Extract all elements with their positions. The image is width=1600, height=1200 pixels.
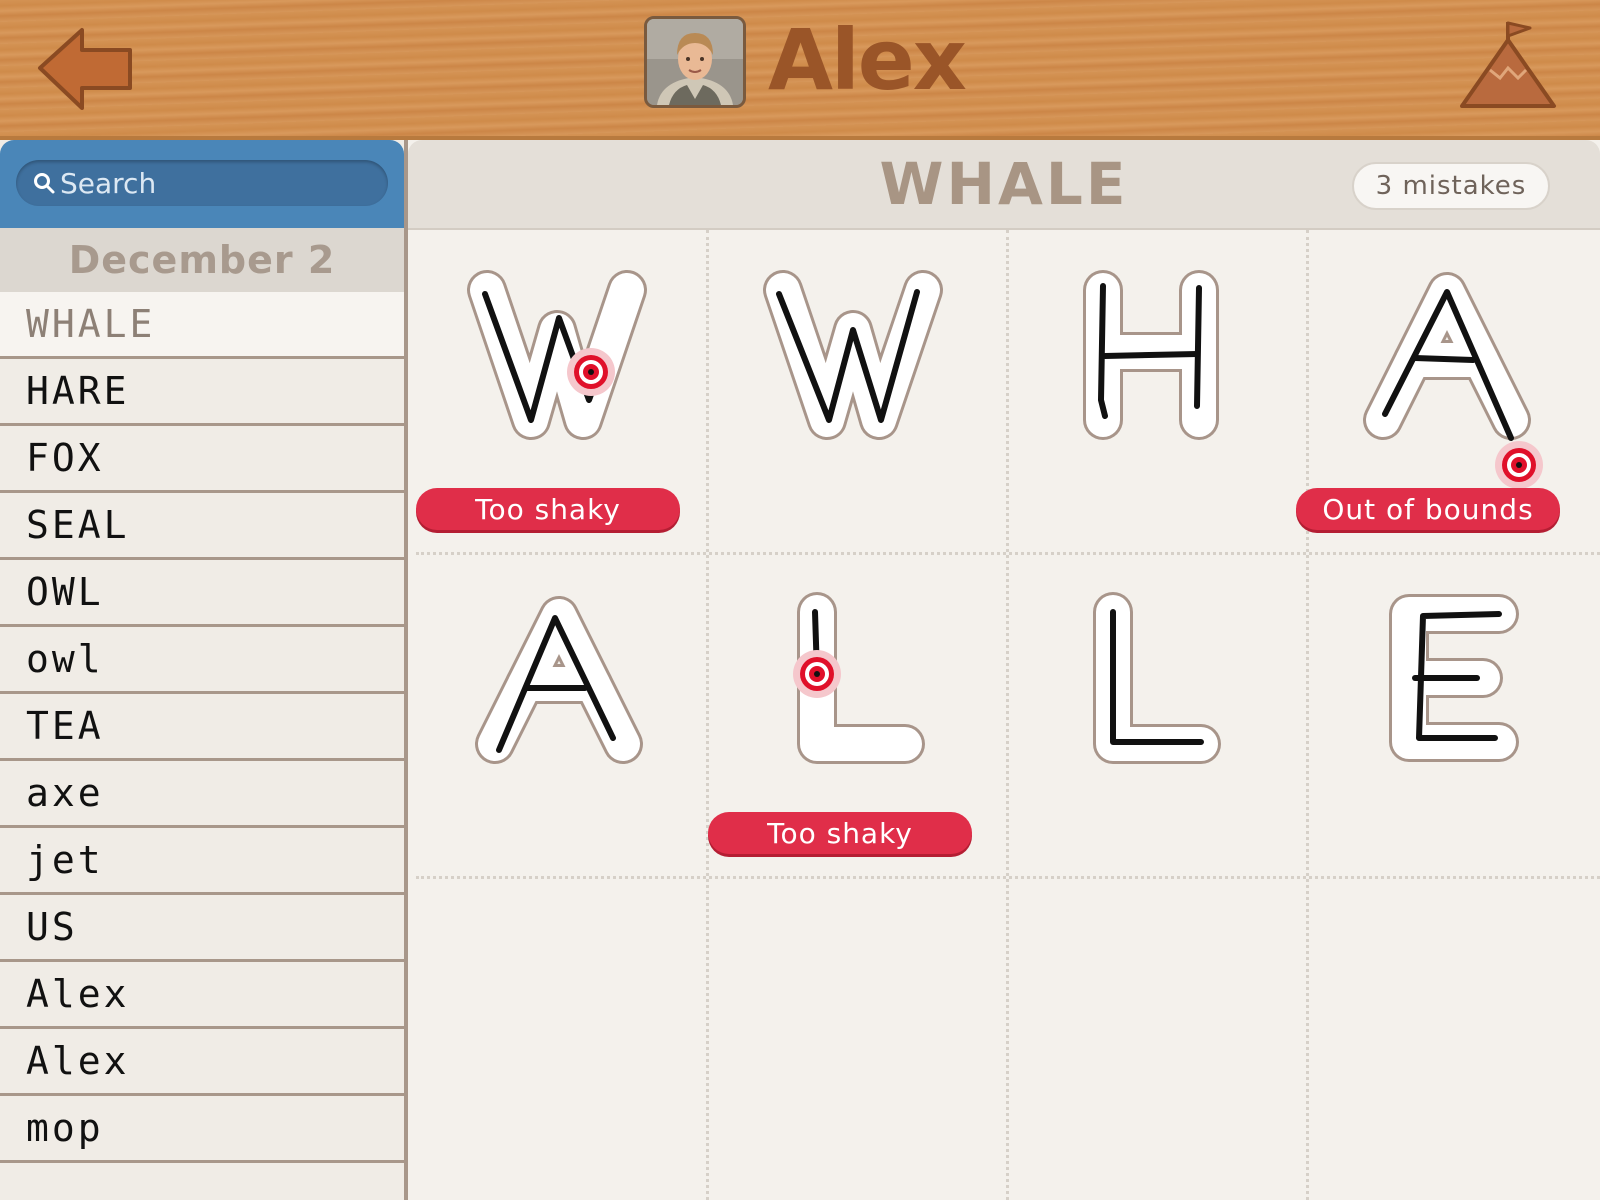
error-target-icon <box>1516 462 1522 468</box>
letter-trace-w <box>467 270 647 440</box>
search-area: Search <box>0 140 404 228</box>
date-header: December 2 <box>0 228 404 292</box>
letter-trace-w <box>763 270 943 440</box>
letter-trace-a <box>1363 272 1543 489</box>
back-arrow-icon <box>38 28 132 110</box>
word-list-item[interactable]: WHALE <box>0 292 404 359</box>
letter-trace-l <box>1093 592 1221 764</box>
letter-cell[interactable]: H <box>1006 230 1306 550</box>
word-list-item[interactable]: US <box>0 895 404 962</box>
top-bar: Alex <box>0 0 1600 140</box>
search-placeholder: Search <box>60 166 157 200</box>
word-list-item[interactable]: SEAL <box>0 493 404 560</box>
letter-cell[interactable]: L <box>1006 554 1306 874</box>
error-target-icon <box>588 369 594 375</box>
word-list-item[interactable]: FOX <box>0 426 404 493</box>
sidebar: Search December 2 WHALE HARE FOX SEAL OWL owl… <box>0 140 408 1200</box>
word-list: WHALE HARE FOX SEAL OWL owl TEA axe jet US Alex Ale… <box>0 292 404 1163</box>
main-panel: WHALE 3 mistakes WToo shakyWHAOut of bou… <box>408 140 1600 1200</box>
letter-trace-l <box>793 592 925 764</box>
child-stroke <box>1412 355 1476 363</box>
error-badge: Out of bounds <box>1296 488 1560 530</box>
mountain-flag-icon <box>1460 21 1556 108</box>
mistakes-badge: 3 mistakes <box>1352 162 1550 210</box>
word-list-item[interactable]: jet <box>0 828 404 895</box>
letter-grid: WToo shakyWHAOut of boundsALToo shakyLE <box>408 230 1600 1200</box>
word-list-item[interactable]: OWL <box>0 560 404 627</box>
search-input[interactable]: Search <box>16 160 388 206</box>
letter-cell[interactable]: A <box>414 554 714 874</box>
letter-cell[interactable]: W <box>710 230 1010 550</box>
word-list-item[interactable]: HARE <box>0 359 404 426</box>
letter-trace-h <box>1083 270 1219 440</box>
word-list-item[interactable]: TEA <box>0 694 404 761</box>
word-list-item[interactable]: Alex <box>0 1029 404 1096</box>
child-stroke <box>1194 285 1202 409</box>
search-icon <box>34 173 55 194</box>
child-portrait <box>647 19 743 105</box>
error-target-icon <box>814 671 820 677</box>
word-list-item[interactable]: axe <box>0 761 404 828</box>
error-badge: Too shaky <box>416 488 680 530</box>
profile-name: Alex <box>768 11 967 109</box>
word-list-item[interactable]: Alex <box>0 962 404 1029</box>
word-header: WHALE 3 mistakes <box>408 140 1600 230</box>
word-list-item[interactable]: mop <box>0 1096 404 1163</box>
error-badge: Too shaky <box>708 812 972 854</box>
letter-cell[interactable]: E <box>1302 554 1600 874</box>
letter-trace-e <box>1389 594 1519 762</box>
grid-divider <box>416 876 1600 879</box>
back-button[interactable] <box>34 24 138 112</box>
avatar[interactable] <box>644 16 746 108</box>
home-button[interactable] <box>1456 18 1560 114</box>
letter-trace-a <box>475 596 643 764</box>
child-stroke <box>1102 351 1200 359</box>
word-list-item[interactable]: owl <box>0 627 404 694</box>
